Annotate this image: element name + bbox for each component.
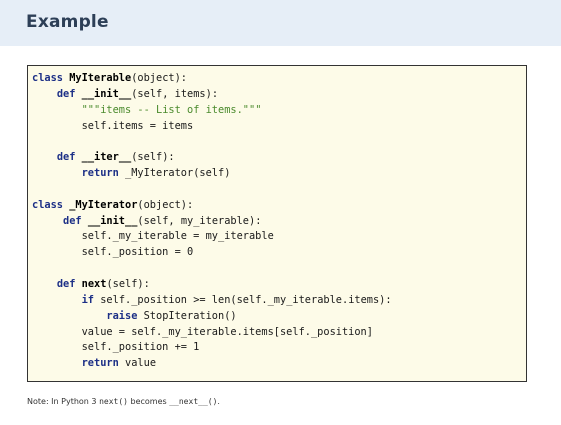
code-line: return value	[32, 356, 416, 372]
code-text: (object):	[137, 198, 194, 211]
code-identifier: __init__	[81, 87, 132, 100]
footnote-suffix: .	[217, 397, 220, 406]
footnote: Note: In Python 3 next() becomes __next_…	[27, 397, 220, 406]
slide-title-bar: Example	[0, 0, 561, 46]
code-text: self.items = items	[32, 119, 194, 132]
code-keyword: class	[32, 198, 70, 211]
footnote-prefix: Note: In Python 3	[27, 397, 100, 406]
code-identifier: __iter__	[81, 151, 132, 164]
code-text: value	[125, 357, 157, 370]
code-line: """items -- List of items."""	[32, 103, 416, 119]
slide-title: Example	[26, 12, 109, 32]
code-line: class MyIterable(object):	[32, 71, 416, 87]
code-text: (self):	[106, 277, 150, 290]
code-line: self.items = items	[32, 119, 416, 135]
code-text: self._position = 0	[32, 246, 194, 259]
code-text: _MyIterator(self)	[125, 167, 231, 180]
footnote-middle: becomes	[127, 397, 170, 406]
code-identifier: _MyIterator	[69, 198, 138, 211]
code-text: self._my_iterable = my_iterable	[32, 230, 274, 243]
code-identifier: next	[81, 277, 107, 290]
code-line: value = self._my_iterable.items[self._po…	[32, 325, 416, 341]
code-string: """items -- List of items."""	[81, 103, 262, 116]
code-keyword: class	[32, 72, 70, 84]
code-listing: class MyIterable(object): def __init__(s…	[32, 71, 416, 381]
code-text: StopIteration()	[143, 309, 237, 322]
code-text: self._position += 1	[32, 341, 200, 354]
code-keyword: def	[63, 214, 88, 227]
code-identifier: __init__	[87, 214, 138, 227]
code-line: def next(self):	[32, 277, 416, 293]
code-line: def __init__(self, my_iterable):	[32, 214, 416, 230]
code-line: if self._position >= len(self._my_iterab…	[32, 293, 416, 309]
code-line: class _MyIterator(object):	[32, 198, 416, 214]
code-line: self._position = 0	[32, 245, 416, 261]
code-line: def __iter__(self):	[32, 150, 416, 166]
code-text: (self, my_iterable):	[137, 214, 262, 227]
code-text: self._position >= len(self._my_iterable.…	[100, 293, 392, 306]
code-line: return _MyIterator(self)	[32, 166, 416, 182]
code-text: (object):	[131, 72, 187, 84]
code-keyword: return	[81, 167, 126, 180]
footnote-code-next: next()	[99, 397, 128, 406]
footnote-code-dunder-next: __next__()	[169, 397, 218, 406]
code-line: self._my_iterable = my_iterable	[32, 229, 416, 245]
code-keyword: def	[56, 277, 82, 290]
code-keyword: if	[81, 293, 101, 306]
code-block: class MyIterable(object): def __init__(s…	[27, 65, 527, 382]
code-text: value = self._my_iterable.items[self._po…	[32, 325, 373, 338]
code-text: (self):	[131, 151, 175, 164]
code-keyword: raise	[106, 309, 144, 322]
code-line: self._position += 1	[32, 340, 416, 356]
code-text: (self, items):	[131, 87, 219, 100]
code-identifier: MyIterable	[69, 72, 132, 84]
code-keyword: def	[56, 87, 82, 100]
code-line: def __init__(self, items):	[32, 87, 416, 103]
code-keyword: def	[56, 151, 82, 164]
code-keyword: return	[81, 357, 126, 370]
code-line: raise StopIteration()	[32, 309, 416, 325]
